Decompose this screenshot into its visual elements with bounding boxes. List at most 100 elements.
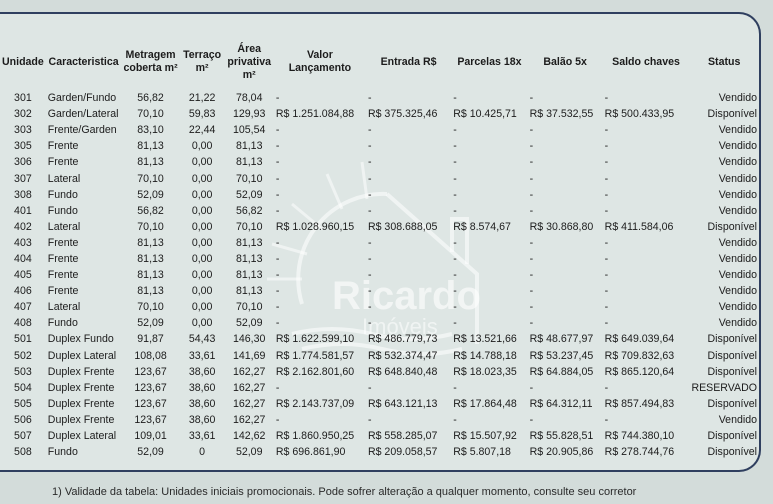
cell-unidade: 302 <box>14 108 32 121</box>
cell-unidade: 305 <box>14 140 32 153</box>
cell-saldo: - <box>604 92 609 105</box>
cell-metragem: 123,67 <box>134 381 167 394</box>
cell-unidade: 408 <box>14 317 32 330</box>
cell-unidade: 402 <box>14 220 32 233</box>
cell-metragem: 70,10 <box>137 172 164 185</box>
cell-unidade: 406 <box>14 285 32 298</box>
cell-balao: - <box>529 92 534 105</box>
cell-valor: R$ 696.861,90 <box>275 446 346 459</box>
table-row: 505 Duplex Frente 123,67 38,60 162,27 R$ 2.14… <box>0 396 759 412</box>
cell-status: Disponível <box>707 397 757 410</box>
cell-parcelas: - <box>453 317 457 330</box>
cell-metragem: 81,13 <box>137 252 164 265</box>
header-balao: Balão 5x <box>543 55 587 68</box>
cell-valor: R$ 2.162.801,60 <box>275 365 355 378</box>
cell-valor: R$ 1.251.084,88 <box>275 108 355 121</box>
cell-terraco: 0,00 <box>191 269 213 282</box>
cell-area: 162,27 <box>233 413 266 426</box>
cell-balao: - <box>529 301 534 314</box>
cell-valor: - <box>275 92 280 105</box>
cell-caracteristica: Frente <box>47 236 79 249</box>
cell-unidade: 306 <box>14 156 32 169</box>
cell-saldo: - <box>604 269 609 282</box>
cell-unidade: 301 <box>14 92 32 105</box>
cell-entrada: R$ 532.374,47 <box>367 349 438 362</box>
cell-area: 81,13 <box>235 140 263 153</box>
cell-unidade: 507 <box>14 430 32 443</box>
cell-area: 52,09 <box>235 188 263 201</box>
cell-terraco: 38,60 <box>188 365 216 378</box>
cell-balao: R$ 30.868,80 <box>529 220 594 233</box>
cell-parcelas: - <box>453 269 457 282</box>
cell-valor: - <box>275 236 280 249</box>
cell-parcelas: - <box>453 381 457 394</box>
cell-metragem: 70,10 <box>137 108 164 121</box>
cell-balao: - <box>529 252 534 265</box>
cell-balao: - <box>529 204 534 217</box>
cell-area: 81,13 <box>235 156 263 169</box>
header-valor: Valor Lançamento <box>288 49 352 74</box>
cell-saldo: R$ 278.744,76 <box>604 446 675 459</box>
cell-valor: - <box>275 172 280 185</box>
cell-balao: - <box>529 413 534 426</box>
cell-saldo: R$ 709.832,63 <box>604 349 675 362</box>
cell-balao: - <box>529 172 534 185</box>
cell-metragem: 123,67 <box>134 397 167 410</box>
cell-terraco: 38,60 <box>188 413 216 426</box>
table-row: 404 Frente 81,13 0,00 81,13- - - - - Vendido <box>0 251 759 267</box>
table-row: 408 Fundo 52,09 0,00 52,09- - - - - Vendido <box>0 315 759 331</box>
header-caracteristica: Caracteristica <box>48 55 119 68</box>
cell-entrada: - <box>367 381 372 394</box>
cell-terraco: 0,00 <box>191 301 213 314</box>
cell-caracteristica: Fundo <box>47 204 78 217</box>
cell-area: 70,10 <box>235 172 263 185</box>
cell-status: Disponível <box>707 220 757 233</box>
header-unidade: Unidade <box>2 55 44 68</box>
header-status: Status <box>707 55 741 68</box>
cell-metragem: 83,10 <box>137 124 164 137</box>
cell-balao: - <box>529 236 534 249</box>
cell-valor: R$ 1.622.599,10 <box>275 333 355 346</box>
cell-unidade: 407 <box>14 301 32 314</box>
cell-metragem: 123,67 <box>134 413 167 426</box>
header-saldo: Saldo chaves <box>612 55 680 68</box>
cell-balao: - <box>529 285 534 298</box>
cell-terraco: 21,22 <box>188 92 216 105</box>
cell-entrada: - <box>367 285 372 298</box>
cell-status: Disponível <box>707 430 757 443</box>
cell-parcelas: R$ 5.807,18 <box>453 446 511 459</box>
cell-caracteristica: Fundo <box>47 446 78 459</box>
cell-valor: - <box>275 317 280 330</box>
cell-area: 70,10 <box>235 220 263 233</box>
cell-area: 81,13 <box>235 285 263 298</box>
table-row: 402 Lateral 70,10 0,00 70,10 R$ 1.028.960,15 R… <box>0 219 759 235</box>
cell-valor: R$ 2.143.737,09 <box>275 397 355 410</box>
cell-metragem: 91,87 <box>137 333 164 346</box>
cell-parcelas: - <box>453 285 457 298</box>
cell-entrada: - <box>367 317 372 330</box>
cell-parcelas: - <box>453 140 457 153</box>
price-table-card: Ricardo Imóveis Unidade Caracteristica M… <box>0 12 761 472</box>
cell-terraco: 0,00 <box>191 204 213 217</box>
cell-metragem: 81,13 <box>137 236 164 249</box>
table-row: 302 Garden/Lateral 70,10 59,83 129,93 R$ 1.25… <box>0 106 759 122</box>
table-row: 308 Fundo 52,09 0,00 52,09- - - - - Vendido <box>0 187 759 203</box>
cell-caracteristica: Lateral <box>47 301 81 314</box>
cell-balao: R$ 64.312,11 <box>529 397 593 410</box>
cell-balao: - <box>529 140 534 153</box>
cell-status: RESERVADO <box>691 381 757 394</box>
cell-area: 162,27 <box>233 381 266 394</box>
cell-area: 146,30 <box>233 333 266 346</box>
table-row: 401 Fundo 56,82 0,00 56,82- - - - - Vendido <box>0 203 759 219</box>
cell-saldo: R$ 744.380,10 <box>604 430 675 443</box>
cell-valor: - <box>275 156 280 169</box>
table-row: 406 Frente 81,13 0,00 81,13- - - - - Vendido <box>0 283 759 299</box>
cell-caracteristica: Duplex Frente <box>47 413 115 426</box>
cell-entrada: - <box>367 204 372 217</box>
cell-saldo: R$ 857.494,83 <box>604 397 675 410</box>
cell-entrada: R$ 643.121,13 <box>367 397 438 410</box>
cell-parcelas: - <box>453 188 457 201</box>
cell-status: Vendido <box>718 124 757 137</box>
cell-unidade: 506 <box>14 413 32 426</box>
cell-area: 141,69 <box>233 349 266 362</box>
